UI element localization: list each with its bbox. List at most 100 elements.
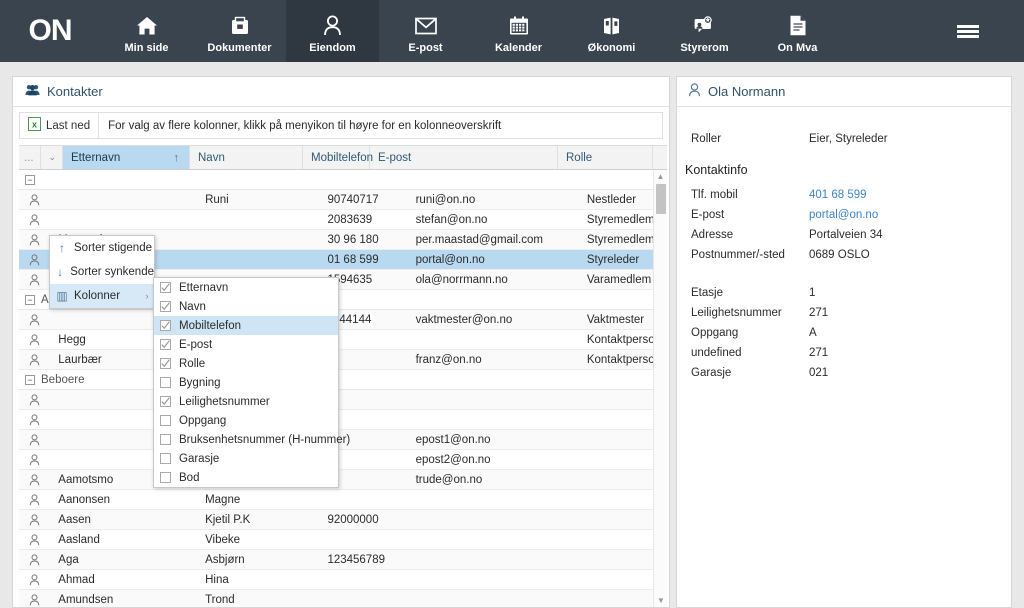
table-row[interactable]: Aanonsen Magne <box>19 490 667 510</box>
property-field-label: Garasje <box>691 367 732 379</box>
column-option-bruksenhetsnummer-h-nummer-[interactable]: Bruksenhetsnummer (H-nummer) <box>154 430 350 449</box>
column-option-garasje[interactable]: Garasje <box>154 449 338 468</box>
grid-group-row[interactable]: − Beboere <box>19 370 667 390</box>
column-header-chevron[interactable]: ⌄ <box>41 146 63 169</box>
column-header-navn[interactable]: Navn <box>190 146 303 169</box>
table-row[interactable]: Runi 90740717 runi@on.no Nestleder <box>19 190 667 210</box>
menu-item-kolonner[interactable]: ▥ Kolonner › <box>50 284 154 308</box>
column-option-etternavn[interactable]: Etternavn <box>154 278 338 297</box>
scroll-down-arrow[interactable]: ▼ <box>654 594 668 607</box>
contacts-panel-header: Kontakter <box>13 77 669 107</box>
column-option-oppgang[interactable]: Oppgang <box>154 411 338 430</box>
contact-detail-panel: Ola Normann Roller Eier, Styreleder Kont… <box>676 76 1012 608</box>
contact-field-label: Postnummer/-sted <box>691 249 785 261</box>
column-header-selector[interactable]: ... <box>19 146 41 169</box>
scroll-up-arrow[interactable]: ▲ <box>654 170 667 183</box>
chevron-down-icon[interactable]: ⌄ <box>48 152 56 163</box>
menu-item-sorter-stigende[interactable]: ↑ Sorter stigende <box>50 236 154 260</box>
cell-epost: vaktmester@on.no <box>415 313 513 326</box>
top-navigation-bar: ON Min side Dokumenter Eiendom E-post Kalend… <box>0 0 1024 62</box>
column-header-mobil[interactable]: Mobiltelefon <box>303 146 373 169</box>
nav-item-kalender[interactable]: Kalender <box>472 0 565 62</box>
checkbox[interactable] <box>160 358 171 369</box>
property-fields-list: Etasje 1 Leilighetsnummer 271 Oppgang Aundefi… <box>691 283 1011 383</box>
group-collapse-icon[interactable]: − <box>25 374 35 385</box>
contact-field-row: Adresse Portalveien 34 <box>691 225 1011 245</box>
table-row[interactable]: Aase Fageråsepost2@on.no <box>19 450 667 470</box>
property-field-row: undefined 271 <box>691 343 1011 363</box>
column-header-etternavn[interactable]: Etternavn ↑ <box>63 146 190 169</box>
table-row[interactable]: Laurbær franz@on.no Kontaktperson <box>19 350 667 370</box>
cell-etternavn: Amundsen <box>58 593 114 606</box>
table-row[interactable]: Aga Asbjørn 123456789 <box>19 550 667 570</box>
column-option-mobiltelefon[interactable]: Mobiltelefon <box>154 316 338 335</box>
person-icon <box>19 333 50 346</box>
group-collapse-icon[interactable]: − <box>25 174 35 185</box>
menu-item-sorter-synkende[interactable]: ↓ Sorter synkende <box>50 260 154 284</box>
table-row[interactable] <box>19 390 667 410</box>
column-header-label: Etternavn <box>71 151 121 164</box>
column-option-leilighetsnummer[interactable]: Leilighetsnummer <box>154 392 338 411</box>
checkbox[interactable] <box>160 282 171 293</box>
cell-epost: franz@on.no <box>415 353 482 366</box>
person-icon <box>323 13 342 39</box>
nav-item-label: On Mva <box>777 41 818 54</box>
download-button[interactable]: x Last ned <box>20 113 100 138</box>
table-row[interactable]: Aasen Kjetil P.K 92000000 <box>19 510 667 530</box>
table-row[interactable]: Amundsen Trond <box>19 590 667 607</box>
checkbox[interactable] <box>160 415 171 426</box>
checkbox[interactable] <box>160 472 171 483</box>
person-icon <box>19 473 50 486</box>
cell-epost: portal@on.no <box>415 253 485 266</box>
cell-navn: Kjetil P.K <box>205 513 251 526</box>
column-option-bygning[interactable]: Bygning <box>154 373 338 392</box>
column-option-label: Leilighetsnummer <box>179 395 270 408</box>
checkbox[interactable] <box>160 396 171 407</box>
nav-item--konomi[interactable]: Økonomi <box>565 0 658 62</box>
person-icon <box>19 453 50 466</box>
nav-item-styrerom[interactable]: Styrerom <box>658 0 751 62</box>
checkbox[interactable] <box>160 377 171 388</box>
person-icon <box>19 493 50 506</box>
grid-group-row[interactable]: − <box>19 170 667 190</box>
checkbox[interactable] <box>160 339 171 350</box>
scrollbar-thumb[interactable] <box>656 184 666 214</box>
table-row[interactable]: Hegg Kontaktperson <box>19 330 667 350</box>
table-row[interactable]: Aasland Vibeke <box>19 530 667 550</box>
nav-items-container: Min side Dokumenter Eiendom E-post Kalender Ø… <box>100 0 844 62</box>
binders-icon <box>602 13 622 39</box>
table-row[interactable]: Ahmad Hina <box>19 570 667 590</box>
cell-mobil: 123456789 <box>327 553 385 566</box>
column-option-navn[interactable]: Navn <box>154 297 338 316</box>
columns-submenu: Etternavn Navn Mobiltelefon E-post Rolle Bygn… <box>153 277 350 488</box>
person-icon <box>19 213 50 226</box>
table-row[interactable]: AamotsmoTrudetrude@on.no <box>19 470 667 490</box>
group-collapse-icon[interactable]: − <box>25 294 35 305</box>
checkbox[interactable] <box>160 320 171 331</box>
checkbox[interactable] <box>160 453 171 464</box>
nav-item-eiendom[interactable]: Eiendom <box>286 0 379 62</box>
column-option-bod[interactable]: Bod <box>154 468 338 487</box>
nav-item-dokumenter[interactable]: Dokumenter <box>193 0 286 62</box>
column-option-rolle[interactable]: Rolle <box>154 354 338 373</box>
contact-field-value[interactable]: portal@on.no <box>809 209 878 221</box>
nav-item-min-side[interactable]: Min side <box>100 0 193 62</box>
grid-vertical-scrollbar[interactable]: ▲ ▼ <box>653 170 667 607</box>
column-header-epost[interactable]: E-post <box>370 146 558 169</box>
column-header-rolle[interactable]: Rolle <box>558 146 653 169</box>
table-row[interactable]: 1144144 vaktmester@on.no Vaktmester <box>19 310 667 330</box>
nav-item-on-mva[interactable]: On Mva <box>751 0 844 62</box>
checkbox[interactable] <box>160 434 171 445</box>
contact-field-value[interactable]: 401 68 599 <box>809 189 867 201</box>
cell-mobil: 90740717 <box>327 193 379 206</box>
column-option-e-post[interactable]: E-post <box>154 335 338 354</box>
contactinfo-section-heading: Kontaktinfo <box>685 163 748 177</box>
detail-spacer <box>691 265 1011 283</box>
app-logo[interactable]: ON <box>0 0 100 62</box>
hamburger-icon[interactable] <box>948 0 988 62</box>
checkbox[interactable] <box>160 301 171 312</box>
table-row[interactable] <box>19 410 667 430</box>
menu-item-label: Sorter stigende <box>74 242 152 254</box>
nav-item-e-post[interactable]: E-post <box>379 0 472 62</box>
table-row[interactable]: 2083639 stefan@on.no Styremedlem <box>19 210 667 230</box>
